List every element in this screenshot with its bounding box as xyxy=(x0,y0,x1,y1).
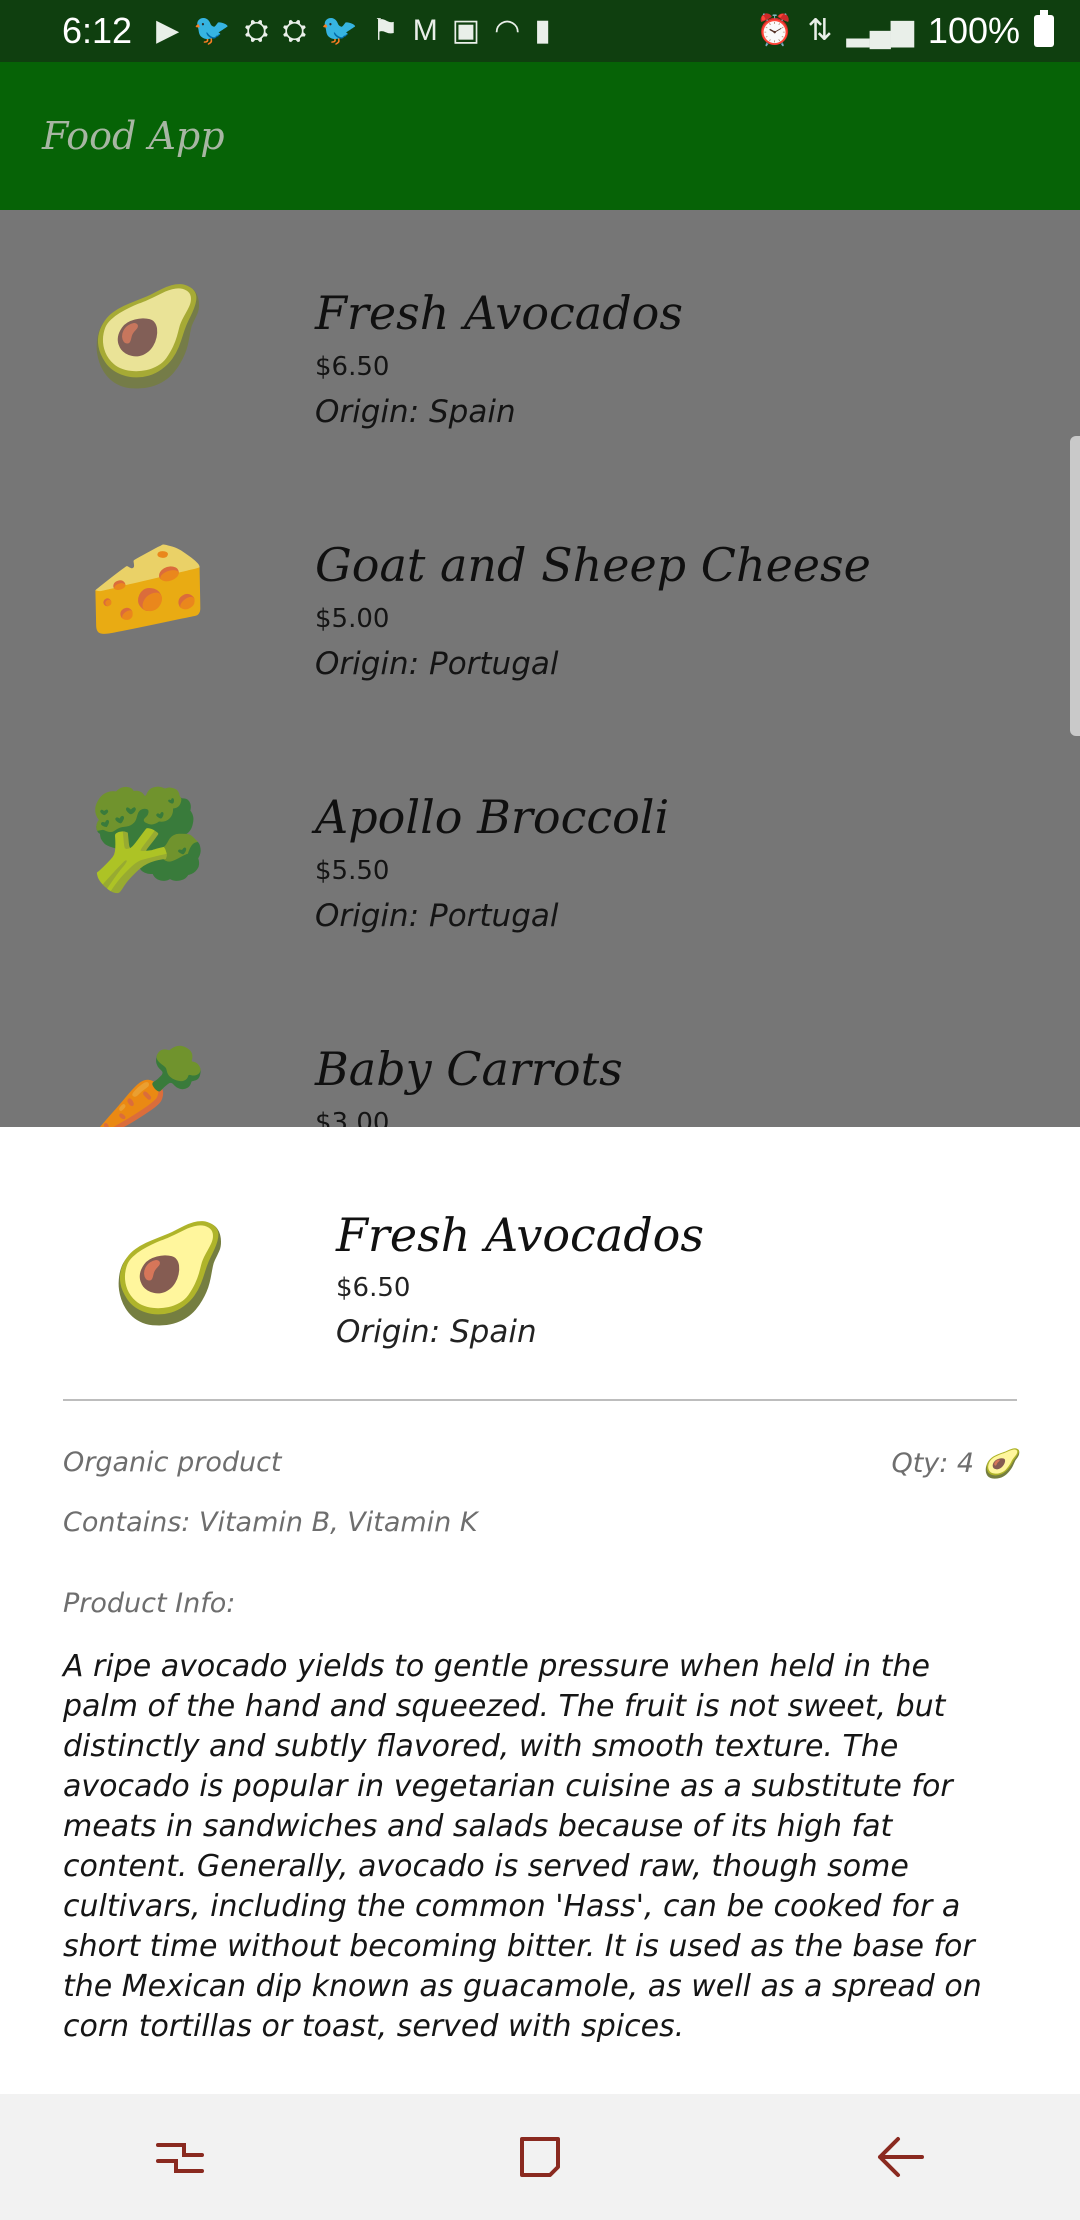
back-button[interactable] xyxy=(840,2112,960,2202)
home-icon xyxy=(520,2137,560,2177)
signal-icon: ▂▄▆ xyxy=(846,14,914,47)
battery-percent: 100% xyxy=(927,10,1020,51)
item-price: $5.00 xyxy=(315,604,390,634)
item-price: $6.50 xyxy=(315,352,390,382)
avocado-icon: 🥑 xyxy=(982,1447,1017,1480)
status-time: 6:12 xyxy=(62,10,133,51)
recents-button[interactable] xyxy=(120,2112,240,2202)
quantity-text: Qty: 4 xyxy=(891,1448,975,1479)
item-name: Baby Carrots xyxy=(315,1042,623,1096)
detail-price: $6.50 xyxy=(336,1273,411,1303)
youtube-icon: ▶ xyxy=(156,14,180,47)
item-origin: Origin: Portugal xyxy=(315,646,559,682)
product-detail-sheet: 🥑 Fresh Avocados $6.50 Origin: Spain Org… xyxy=(0,1127,1080,2094)
app-title: Food App xyxy=(42,114,225,158)
detail-origin: Origin: Spain xyxy=(336,1314,537,1350)
list-item[interactable]: 🧀 Goat and Sheep Cheese $5.00 Origin: Po… xyxy=(0,462,1080,714)
home-button[interactable] xyxy=(480,2112,600,2202)
4g-data-icon: ⇅ xyxy=(807,14,833,47)
twitter-icon: 🐦 xyxy=(193,14,231,47)
product-description: A ripe avocado yields to gentle pressure… xyxy=(63,1649,982,2044)
back-icon xyxy=(878,2137,924,2177)
product-list: 🥑 Fresh Avocados $6.50 Origin: Spain 🧀 G… xyxy=(0,210,1080,1127)
detail-name: Fresh Avocados xyxy=(336,1208,704,1262)
manutd-icon: ⛭ xyxy=(282,14,307,47)
gmail-icon: M xyxy=(412,14,438,47)
avocado-icon: 🥑 xyxy=(88,280,208,392)
flag-icon: ⚑ xyxy=(371,14,399,47)
wifi-call-icon: ◠ xyxy=(494,14,521,47)
item-name: Fresh Avocados xyxy=(315,286,683,340)
item-origin: Origin: Portugal xyxy=(315,898,559,934)
avocado-icon: 🥑 xyxy=(110,1217,230,1329)
list-item[interactable]: 🥑 Fresh Avocados $6.50 Origin: Spain xyxy=(0,210,1080,462)
navigation-bar xyxy=(0,2094,1080,2220)
list-item[interactable]: 🥦 Apollo Broccoli $5.50 Origin: Portugal xyxy=(0,714,1080,966)
item-name: Apollo Broccoli xyxy=(315,790,670,844)
status-bar-right: ⏰ ⇅ ▂▄▆ 100% xyxy=(756,10,1054,52)
contains-label: Contains: Vitamin B, Vitamin K xyxy=(63,1507,478,1538)
alarm-icon: ⏰ xyxy=(756,14,794,47)
app-bar: Food App xyxy=(0,62,1080,210)
status-bar-left: 6:12 ▶ 🐦 ⛭ ⛭ 🐦 ⚑ M ▣ ◠ ▮ xyxy=(62,10,551,52)
status-bar: 6:12 ▶ 🐦 ⛭ ⛭ 🐦 ⚑ M ▣ ◠ ▮ ⏰ ⇅ ▂▄▆ 100% xyxy=(0,0,1080,62)
quantity-label: Qty: 4 🥑 xyxy=(891,1447,1017,1480)
battery-100-icon: ▮ xyxy=(534,14,551,47)
item-price: $3.00 xyxy=(315,1108,390,1127)
scrollbar[interactable] xyxy=(1070,436,1080,736)
product-info-label: Product Info: xyxy=(63,1588,236,1619)
item-name: Goat and Sheep Cheese xyxy=(315,538,871,592)
twitter-icon: 🐦 xyxy=(320,14,358,47)
divider xyxy=(63,1399,1017,1401)
broccoli-icon: 🥦 xyxy=(88,784,208,896)
item-price: $5.50 xyxy=(315,856,390,886)
battery-icon xyxy=(1034,10,1054,47)
gallery-icon: ▣ xyxy=(451,14,481,47)
manutd-icon: ⛭ xyxy=(244,14,269,47)
item-origin: Origin: Spain xyxy=(315,394,516,430)
cheese-icon: 🧀 xyxy=(88,532,208,644)
organic-label: Organic product xyxy=(63,1447,282,1478)
carrot-icon: 🥕 xyxy=(88,1036,208,1127)
list-item[interactable]: 🥕 Baby Carrots $3.00 xyxy=(0,966,1080,1127)
recents-icon xyxy=(156,2143,204,2173)
